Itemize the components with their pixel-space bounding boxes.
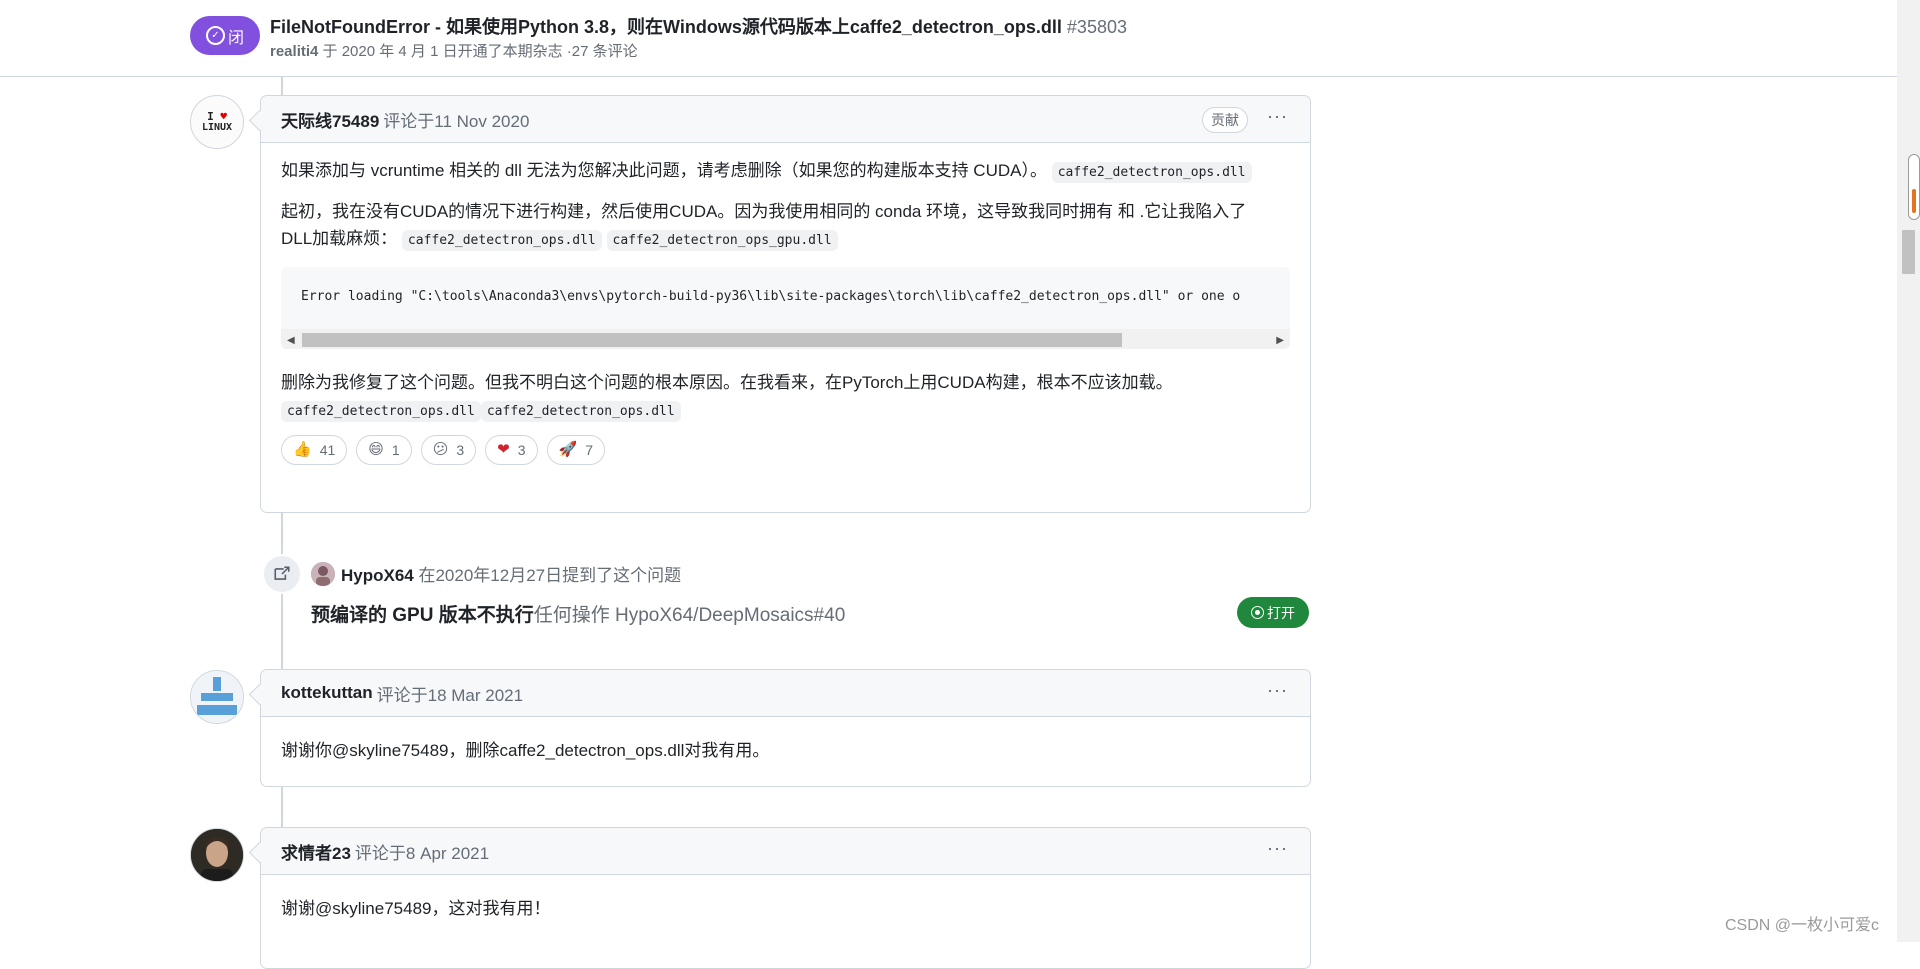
comment-supplicant23: 求情者23 评论于8 Apr 2021 ··· 谢谢@skyline75489，… — [260, 827, 1311, 969]
comment-body: 谢谢@skyline75489，这对我有用！ — [261, 875, 1310, 936]
avatar-skyline[interactable]: I ♥ LINUX — [190, 95, 244, 149]
laugh-icon: 😄 — [368, 440, 384, 458]
issue-title-text[interactable]: FileNotFoundError - 如果使用Python 3.8，则在Win… — [270, 17, 1062, 37]
comment-timestamp[interactable]: 评论于8 Apr 2021 — [355, 839, 489, 864]
issue-subtitle-rest: 于 2020 年 4 月 1 日开通了本期杂志 ·27 条评论 — [318, 43, 638, 60]
inline-code: caffe2_detectron_ops.dll — [1051, 162, 1252, 183]
avatar-kottekuttan-image — [191, 671, 243, 723]
cross-reference-icon — [262, 554, 302, 594]
cross-reference-glyph — [274, 566, 290, 580]
comment-header: kottekuttan 评论于18 Mar 2021 ··· — [261, 670, 1310, 717]
comment-author[interactable]: kottekuttan — [281, 683, 373, 703]
scroll-right-arrow-icon[interactable]: ▶ — [1276, 333, 1284, 349]
contributor-badge: 贡献 — [1202, 107, 1248, 133]
issue-title[interactable]: FileNotFoundError - 如果使用Python 3.8，则在Win… — [270, 13, 1127, 39]
check-circle-icon: ✓ — [205, 26, 225, 45]
side-floating-widget[interactable] — [1908, 154, 1920, 220]
rocket-icon: 🚀 — [558, 440, 578, 458]
reaction-laugh[interactable]: 😄 1 — [356, 434, 412, 465]
issue-opened-icon — [1251, 606, 1264, 619]
comment-text: 起初，我在没有CUDA的情况下进行构建，然后使用CUDA。因为我使用相同的 co… — [281, 202, 1247, 222]
issue-sticky-header: ✓ 闭 FileNotFoundError - 如果使用Python 3.8，则… — [0, 0, 1897, 77]
comment-timestamp[interactable]: 评论于18 Mar 2021 — [377, 681, 523, 706]
inline-code: caffe2_detectron_ops.dll — [480, 400, 681, 422]
avatar-hypox64[interactable] — [311, 562, 335, 586]
comment-body: 如果添加与 vcruntime 相关的 dll 无法为您解决此问题，请考虑删除（… — [261, 143, 1310, 479]
reaction-heart[interactable]: ❤ 3 — [485, 434, 538, 465]
avatar-skyline-text-top: I ♥ — [207, 109, 227, 123]
referenced-issue-state-badge: 打开 — [1237, 597, 1309, 628]
reaction-count: 3 — [456, 441, 465, 458]
reaction-rocket[interactable]: 🚀 7 — [546, 434, 605, 465]
referenced-issue-title[interactable]: 预编译的 GPU 版本不执行 — [311, 605, 534, 626]
comment-header: 天际线75489 评论于11 Nov 2020 贡献 ··· — [261, 96, 1310, 143]
reaction-count: 1 — [391, 441, 400, 458]
comment-header: 求情者23 评论于8 Apr 2021 ··· — [261, 828, 1310, 875]
comment-skyline: 天际线75489 评论于11 Nov 2020 贡献 ··· 如果添加与 vcr… — [260, 95, 1311, 513]
csdn-watermark: CSDN @一枚小可爱c — [1725, 917, 1880, 934]
reaction-count: 7 — [585, 441, 593, 458]
comment-text: 如果添加与 vcruntime 相关的 dll 无法为您解决此问题，请考虑删除（… — [281, 161, 1047, 180]
issue-state-label: 闭 — [227, 29, 244, 47]
referenced-issue-link[interactable]: 预编译的 GPU 版本不执行任何操作 HypoX64/DeepMosaics#4… — [311, 600, 845, 627]
comment-text: 删除为我修复了这个问题。但我不明白这个问题的根本原因。在我看来，在PyTorch… — [281, 372, 1173, 392]
comment-more-options-icon[interactable]: ··· — [1267, 680, 1288, 701]
reaction-thumbs-up[interactable]: 👍 41 — [281, 434, 348, 465]
code-horizontal-scrollbar[interactable]: ◀ ▶ — [281, 328, 1290, 349]
reaction-count: 3 — [517, 441, 526, 458]
comment-text: 谢谢@skyline75489，这对我有用！ — [281, 899, 551, 918]
issue-subtitle: realiti4 于 2020 年 4 月 1 日开通了本期杂志 ·27 条评论 — [270, 40, 638, 61]
referenced-issue-repo[interactable]: 任何操作 HypoX64/DeepMosaics#40 — [534, 605, 846, 626]
comment-more-options-icon[interactable]: ··· — [1267, 106, 1288, 127]
comment-more-options-icon[interactable]: ··· — [1267, 838, 1288, 859]
comment-paragraph: 如果添加与 vcruntime 相关的 dll 无法为您解决此问题，请考虑删除（… — [281, 157, 1290, 184]
reactions-bar: 👍 41 😄 1 😕 3 ❤ 3 🚀 7 — [281, 434, 1290, 465]
reference-user-link[interactable]: HypoX64 — [341, 566, 414, 585]
comment-timestamp[interactable]: 评论于11 Nov 2020 — [383, 107, 529, 132]
avatar-skyline-text-bottom: LINUX — [201, 121, 233, 133]
comment-paragraph: 删除为我修复了这个问题。但我不明白这个问题的根本原因。在我看来，在PyTorch… — [281, 369, 1290, 423]
issue-state-badge: ✓ 闭 — [190, 16, 260, 55]
comment-paragraph: 起初，我在没有CUDA的情况下进行构建，然后使用CUDA。因为我使用相同的 co… — [281, 198, 1290, 252]
inline-code: caffe2_detectron_ops.dll — [281, 400, 481, 422]
comment-author[interactable]: 求情者23 — [281, 839, 351, 864]
scroll-left-arrow-icon[interactable]: ◀ — [287, 333, 295, 349]
heart-icon: ❤ — [497, 440, 510, 458]
referenced-issue-state-label: 打开 — [1267, 604, 1295, 621]
side-widget-indicator — [1912, 189, 1916, 213]
page-scrollbar-thumb[interactable] — [1902, 230, 1915, 274]
comment-text: 谢谢你@skyline75489，删除caffe2_detectron_ops.… — [281, 741, 770, 760]
comment-author[interactable]: 天际线75489 — [281, 107, 379, 132]
avatar-supplicant23[interactable] — [190, 828, 244, 882]
issue-author-link[interactable]: realiti4 — [270, 43, 318, 60]
code-block: Error loading "C:\tools\Anaconda3\envs\p… — [281, 266, 1290, 349]
reaction-confused[interactable]: 😕 3 — [420, 434, 477, 465]
comment-kottekuttan: kottekuttan 评论于18 Mar 2021 ··· 谢谢你@skyli… — [260, 669, 1311, 787]
code-block-line: Error loading "C:\tools\Anaconda3\envs\p… — [301, 288, 1241, 304]
reaction-count: 41 — [319, 441, 336, 458]
scrollbar-thumb[interactable] — [302, 332, 1122, 347]
avatar-supplicant23-image — [191, 829, 243, 881]
comment-text: DLL加载麻烦： — [281, 229, 398, 249]
reference-event-text: HypoX64 在2020年12月27日提到了这个问题 — [341, 561, 681, 586]
inline-code: caffe2_detectron_ops_gpu.dll — [606, 230, 838, 252]
avatar-hypox64-image — [311, 562, 335, 586]
avatar-kottekuttan[interactable] — [190, 670, 244, 724]
confused-icon: 😕 — [432, 440, 449, 458]
comment-body: 谢谢你@skyline75489，删除caffe2_detectron_ops.… — [261, 717, 1310, 778]
inline-code: caffe2_detectron_ops.dll — [401, 230, 602, 252]
issue-number: #35803 — [1066, 17, 1127, 37]
reference-action: 在2020年12月27日提到了这个问题 — [413, 566, 682, 585]
thumbs-up-icon: 👍 — [293, 440, 312, 458]
page-vertical-scrollbar[interactable] — [1897, 0, 1920, 942]
